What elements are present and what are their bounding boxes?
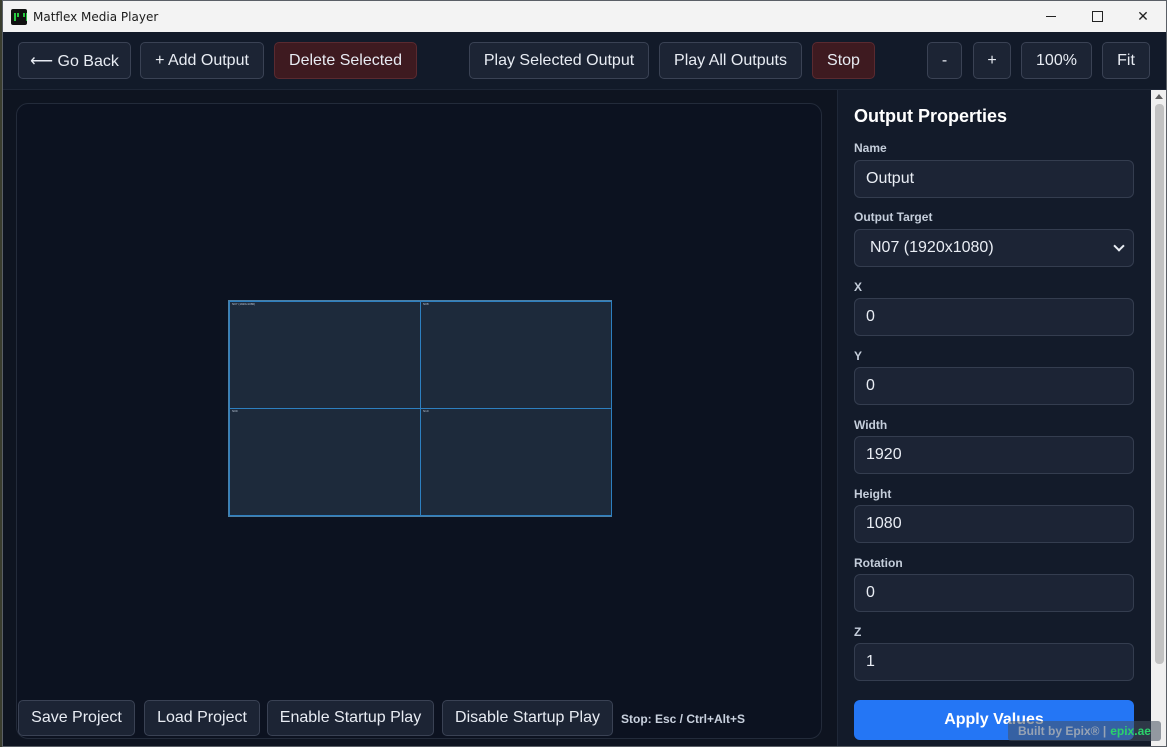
height-field[interactable]: 1080 bbox=[854, 505, 1134, 543]
window-controls: ✕ bbox=[1028, 1, 1166, 32]
panel-scrollbar[interactable] bbox=[1151, 90, 1166, 746]
output-cell-1[interactable]: N07 (1920x1080) bbox=[229, 301, 421, 409]
output-properties-panel: Output Properties Name Output Output Tar… bbox=[837, 90, 1151, 746]
close-icon[interactable]: ✕ bbox=[1120, 1, 1166, 32]
stop-button[interactable]: Stop bbox=[812, 42, 875, 79]
name-label: Name bbox=[854, 141, 887, 155]
rotation-label: Rotation bbox=[854, 556, 903, 570]
z-field[interactable]: 1 bbox=[854, 643, 1134, 681]
y-field[interactable]: 0 bbox=[854, 367, 1134, 405]
y-label: Y bbox=[854, 349, 863, 363]
stop-shortcut-hint: Stop: Esc / Ctrl+Alt+S bbox=[621, 712, 746, 726]
zoom-level-button[interactable]: 100% bbox=[1021, 42, 1092, 79]
output-target-select[interactable]: N07 (1920x1080) bbox=[854, 229, 1134, 267]
output-cell-label: N07 (1920x1080) bbox=[232, 302, 256, 306]
load-project-button[interactable]: Load Project bbox=[144, 700, 260, 736]
save-project-button[interactable]: Save Project bbox=[18, 700, 135, 736]
play-selected-output-button[interactable]: Play Selected Output bbox=[469, 42, 649, 79]
zoom-in-button[interactable]: + bbox=[973, 42, 1011, 79]
output-cell-4[interactable]: N10 bbox=[420, 408, 612, 516]
go-back-button[interactable]: ⟵ Go Back bbox=[18, 42, 131, 79]
scrollbar-thumb[interactable] bbox=[1155, 104, 1164, 664]
output-stage[interactable]: N07 (1920x1080) N08 N09 N10 bbox=[228, 300, 612, 517]
epix-link[interactable]: epix.ae bbox=[1110, 724, 1151, 738]
window-title: Matflex Media Player bbox=[33, 9, 159, 24]
height-label: Height bbox=[854, 487, 892, 501]
app-window: Matflex Media Player ✕ ⟵ Go Back + Add O… bbox=[2, 0, 1167, 747]
enable-startup-play-button[interactable]: Enable Startup Play bbox=[267, 700, 434, 736]
layout-canvas[interactable]: N07 (1920x1080) N08 N09 N10 bbox=[16, 103, 822, 739]
disable-startup-play-button[interactable]: Disable Startup Play bbox=[442, 700, 613, 736]
scroll-up-icon[interactable] bbox=[1155, 94, 1163, 99]
delete-selected-button[interactable]: Delete Selected bbox=[274, 42, 417, 79]
footer-credit: Built by Epix® | epix.ae bbox=[1008, 721, 1161, 741]
output-cell-label: N09 bbox=[232, 409, 238, 413]
toolbar: ⟵ Go Back + Add Output Delete Selected P… bbox=[3, 32, 1166, 90]
width-field[interactable]: 1920 bbox=[854, 436, 1134, 474]
chevron-down-icon bbox=[1113, 240, 1125, 252]
output-target-label: Output Target bbox=[854, 210, 933, 224]
built-by-text: Built by Epix® | bbox=[1018, 724, 1107, 738]
title-bar: Matflex Media Player ✕ bbox=[3, 1, 1166, 32]
x-field[interactable]: 0 bbox=[854, 298, 1134, 336]
x-label: X bbox=[854, 280, 863, 294]
width-label: Width bbox=[854, 418, 888, 432]
panel-title: Output Properties bbox=[854, 106, 1008, 126]
z-label: Z bbox=[854, 625, 862, 639]
add-output-button[interactable]: + Add Output bbox=[140, 42, 264, 79]
rotation-field[interactable]: 0 bbox=[854, 574, 1134, 612]
maximize-icon[interactable] bbox=[1074, 1, 1120, 32]
app-logo-icon bbox=[11, 8, 27, 25]
output-cell-3[interactable]: N09 bbox=[229, 408, 421, 516]
play-all-outputs-button[interactable]: Play All Outputs bbox=[659, 42, 802, 79]
minimize-icon[interactable] bbox=[1028, 1, 1074, 32]
output-cell-2[interactable]: N08 bbox=[420, 301, 612, 409]
name-field[interactable]: Output bbox=[854, 160, 1134, 198]
output-cell-label: N10 bbox=[423, 409, 429, 413]
fit-button[interactable]: Fit bbox=[1102, 42, 1150, 79]
output-cell-label: N08 bbox=[423, 302, 429, 306]
output-target-value: N07 (1920x1080) bbox=[870, 239, 994, 256]
zoom-out-button[interactable]: - bbox=[927, 42, 962, 79]
